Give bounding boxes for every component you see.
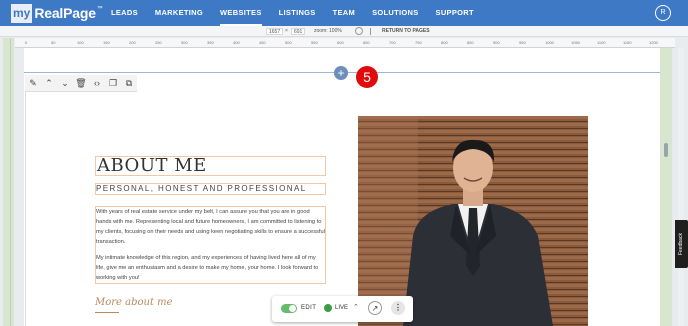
about-heading[interactable]: ABOUT ME [95, 156, 326, 176]
trash-icon[interactable]: 🗑 [73, 75, 89, 92]
ruler-tick-label: 800 [441, 40, 448, 45]
scrollbar-track[interactable] [678, 48, 684, 326]
pencil-icon[interactable]: ✎ [25, 75, 41, 92]
feedback-tab[interactable]: Feedback [675, 220, 688, 268]
ruler-tick-label: 900 [493, 40, 500, 45]
logo-trademark: ™ [96, 6, 103, 12]
ruler-tick-label: 0 [25, 40, 28, 45]
canvas-height-field[interactable]: 691 [291, 28, 306, 35]
realpage-logo[interactable]: my RealPage ™ [11, 3, 103, 23]
main-nav: LEADS MARKETING WEBSITES LISTINGS TEAM S… [111, 0, 491, 26]
scrollbar-thumb[interactable] [664, 143, 668, 157]
about-paragraph-1: With years of real estate service under … [96, 209, 325, 245]
ruler-tick-label: 850 [467, 40, 474, 45]
ruler-tick-label: 1050 [571, 40, 580, 45]
chevron-up-icon[interactable]: ⌃ [353, 303, 359, 311]
more-link-underline [95, 312, 119, 313]
ruler-tick-label: 450 [259, 40, 266, 45]
ruler-tick-label: 50 [51, 40, 56, 45]
edit-toggle[interactable] [281, 304, 297, 313]
floating-control-bar: EDIT LIVE ⌃ ↗ ⋮ [272, 296, 413, 322]
right-ruler [660, 48, 672, 326]
ruler-tick-label: 650 [363, 40, 370, 45]
canvas-width-field[interactable]: 1657 [266, 28, 284, 35]
nav-item-solutions[interactable]: SOLUTIONS [372, 0, 418, 26]
ruler-tick-label: 350 [207, 40, 214, 45]
ruler-tick-label: 300 [181, 40, 188, 45]
nav-item-marketing[interactable]: MARKETING [155, 0, 203, 26]
live-label[interactable]: LIVE [335, 305, 348, 311]
ruler-tick-label: 550 [311, 40, 318, 45]
nav-item-team[interactable]: TEAM [333, 0, 355, 26]
dimension-separator: × [285, 28, 288, 34]
chevron-down-icon[interactable]: ⌄ [57, 75, 73, 92]
left-ruler [3, 38, 14, 326]
copy-icon[interactable]: ❐ [105, 75, 121, 92]
about-subheading[interactable]: PERSONAL, HONEST AND PROFESSIONAL [95, 183, 326, 195]
top-navigation: my RealPage ™ LEADS MARKETING WEBSITES L… [0, 0, 688, 26]
editor-toolbar: 1657 × 691 zoom: 100% RETURN TO PAGES [0, 26, 688, 37]
portrait-illustration [358, 116, 588, 326]
ruler-tick-label: 1200 [649, 40, 658, 45]
more-about-me-link[interactable]: More about me [95, 297, 173, 308]
nav-item-websites[interactable]: WEBSITES [220, 0, 262, 26]
user-avatar[interactable]: R [655, 5, 671, 21]
app-window: my RealPage ™ LEADS MARKETING WEBSITES L… [0, 0, 688, 326]
ruler-tick-label: 700 [389, 40, 396, 45]
toolbar-divider [370, 28, 371, 35]
zoom-control[interactable]: zoom: 100% [314, 28, 342, 35]
code-icon[interactable]: ‹› [89, 75, 105, 92]
ruler-tick-label: 1100 [597, 40, 606, 45]
logo-realpage-text: RealPage [34, 5, 96, 21]
step-number-badge: 5 [356, 66, 378, 88]
chevron-up-icon[interactable]: ⌃ [41, 75, 57, 92]
ruler-tick-label: 200 [129, 40, 136, 45]
nav-item-listings[interactable]: LISTINGS [279, 0, 316, 26]
horizontal-ruler: 0 50 100 150 200 250 300 350 400 450 500 550 600 650 7… [15, 38, 675, 48]
toggle-knob [289, 305, 296, 312]
external-link-icon[interactable]: ↗ [368, 301, 382, 315]
more-options-icon[interactable]: ⋮ [391, 301, 405, 315]
agent-portrait-image[interactable] [358, 116, 588, 326]
ruler-tick-label: 950 [519, 40, 526, 45]
ruler-tick-label: 400 [233, 40, 240, 45]
return-to-pages-link[interactable]: RETURN TO PAGES [382, 28, 430, 35]
ruler-tick-label: 250 [155, 40, 162, 45]
section-edit-toolbar: ✎ ⌃ ⌄ 🗑 ‹› ❐ ⧉ [25, 75, 137, 92]
ruler-tick-label: 500 [285, 40, 292, 45]
duplicate-icon[interactable]: ⧉ [121, 75, 137, 92]
refresh-icon[interactable] [355, 27, 363, 35]
nav-item-support[interactable]: SUPPORT [436, 0, 474, 26]
ruler-tick-label: 100 [77, 40, 84, 45]
ruler-guide-line [10, 38, 11, 326]
edit-label: EDIT [301, 305, 317, 311]
about-body-text[interactable]: With years of real estate service under … [95, 206, 326, 284]
nav-item-leads[interactable]: LEADS [111, 0, 138, 26]
globe-icon [324, 304, 332, 312]
ruler-tick-label: 600 [337, 40, 344, 45]
ruler-tick-label: 750 [415, 40, 422, 45]
about-paragraph-2: My intimate knowledge of this region, an… [96, 255, 319, 281]
logo-my-text: my [11, 3, 33, 23]
ruler-tick-label: 1000 [545, 40, 554, 45]
ruler-tick-label: 150 [103, 40, 110, 45]
add-section-button[interactable]: + [334, 66, 348, 80]
ruler-tick-label: 1150 [623, 40, 632, 45]
